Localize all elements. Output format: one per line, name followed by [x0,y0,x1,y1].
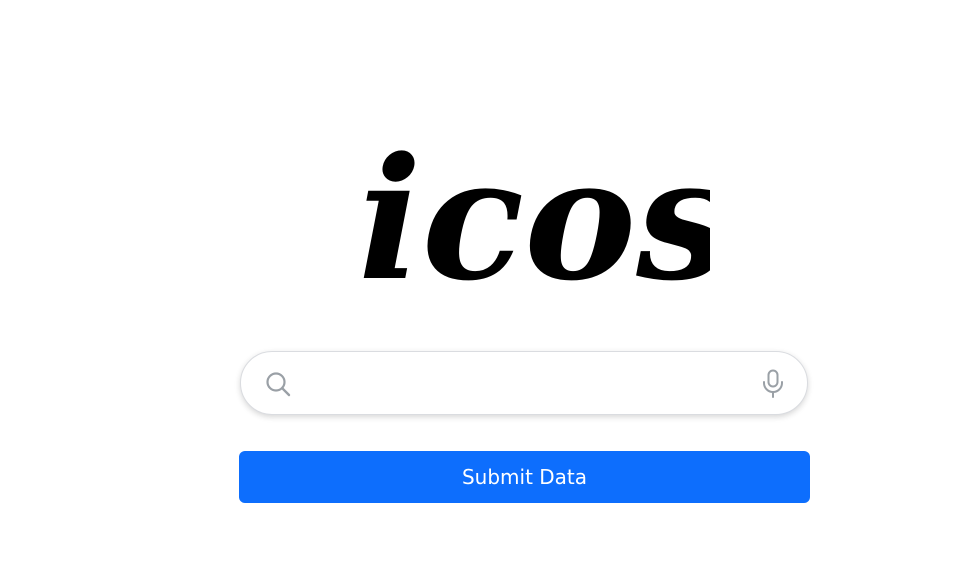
page: icos Submit Data [0,0,964,580]
search-box[interactable] [240,351,808,415]
search-icon [265,371,291,397]
logo-graphic: icos [358,120,710,318]
microphone-icon[interactable] [760,369,786,399]
search-input[interactable] [307,364,737,404]
logo-text: icos [358,120,710,318]
logo: icos [350,118,710,318]
submit-data-button[interactable]: Submit Data [239,451,810,503]
